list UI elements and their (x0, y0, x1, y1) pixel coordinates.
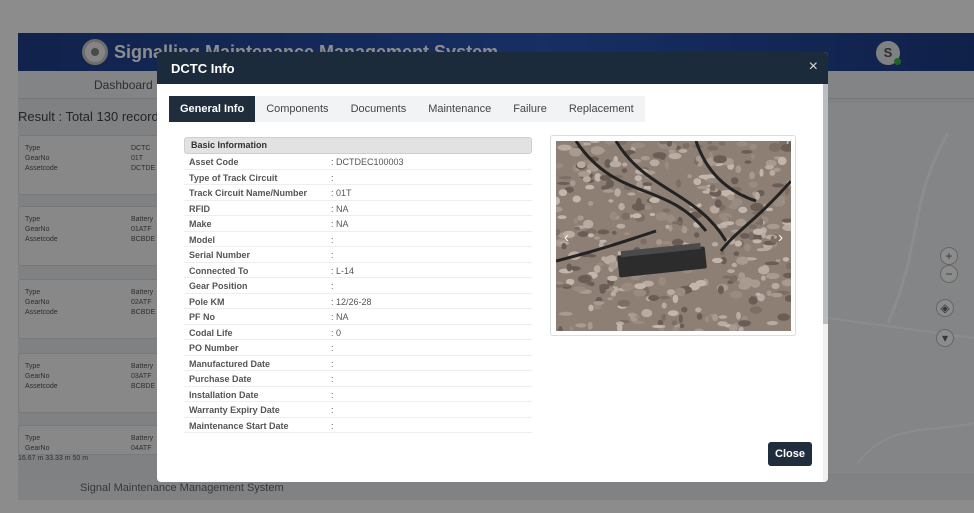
tab-maintenance[interactable]: Maintenance (417, 96, 503, 122)
info-row: Serial Number: (184, 247, 534, 263)
carousel-next-icon[interactable]: › (778, 229, 783, 246)
info-row: RFID : NA (184, 201, 534, 216)
info-row: Pole KM : 12/26-28 (184, 294, 534, 309)
modal-title: DCTC Info (171, 61, 235, 76)
info-row: PF No : NA (184, 309, 534, 325)
tab-documents[interactable]: Documents (339, 96, 418, 122)
tab-failure[interactable]: Failure (502, 96, 558, 122)
info-value: : 01T (331, 188, 352, 198)
info-value: : (331, 374, 334, 384)
tab-general-info[interactable]: General Info (169, 96, 256, 122)
close-icon[interactable]: × (809, 58, 818, 76)
info-key: Type of Track Circuit (189, 172, 278, 183)
tab-replacement[interactable]: Replacement (557, 96, 645, 122)
info-row: Connected To : L-14 (184, 263, 534, 278)
info-row: Type of Track Circuit: (184, 170, 534, 185)
info-key: Asset Code (189, 157, 239, 167)
info-value: : NA (331, 312, 349, 322)
modal-scrollbar-thumb[interactable] (823, 84, 828, 324)
dctc-info-modal: DCTC Info × General Info Components Docu… (157, 52, 828, 482)
info-field-list: Asset Code : DCTDEC100003 Type of Track Ci… (184, 154, 534, 433)
info-key: PF No (189, 312, 215, 322)
info-key: Gear Position (189, 281, 248, 291)
info-key: Warranty Expiry Date (189, 405, 280, 415)
info-row: Installation Date: (184, 387, 534, 402)
modal-scrollbar[interactable] (823, 84, 828, 482)
basic-info-panel[interactable]: Basic Information Asset Code : DCTDEC1000… (184, 137, 534, 438)
modal-header: DCTC Info × (157, 52, 828, 84)
info-key: Maintenance Start Date (189, 420, 289, 431)
info-key: Manufactured Date (189, 358, 271, 369)
gravel-photo-image (556, 141, 791, 331)
info-key: Installation Date (189, 389, 259, 400)
tab-components[interactable]: Components (255, 96, 340, 122)
info-value: : (331, 234, 334, 245)
asset-photo-carousel[interactable]: ‹ › (550, 135, 796, 336)
info-row: Asset Code : DCTDEC100003 (184, 154, 534, 170)
info-row: Codal Life : 0 (184, 325, 534, 340)
info-row: Track Circuit Name/Number : 01T (184, 185, 534, 201)
info-row: Maintenance Start Date: (184, 418, 534, 433)
modal-tabs: General Info Components Documents Mainte… (169, 96, 645, 122)
app-root: Signalling Maintenance Management System… (0, 0, 974, 513)
section-title: Basic Information (184, 137, 532, 154)
info-value: : (331, 281, 334, 291)
info-key: RFID (189, 203, 210, 214)
info-key: Codal Life (189, 327, 233, 338)
info-value: : (331, 358, 334, 369)
info-value: : (331, 389, 334, 400)
info-row: PO Number: (184, 340, 534, 356)
info-key: Connected To (189, 265, 249, 276)
info-value: : (331, 420, 334, 431)
info-value: : (331, 343, 334, 353)
info-value: : (331, 172, 334, 183)
info-key: Purchase Date (189, 374, 252, 384)
row-divider (184, 432, 532, 433)
info-value: : L-14 (331, 265, 355, 276)
info-value: : NA (331, 203, 349, 214)
info-row: Make : NA (184, 216, 534, 232)
carousel-prev-icon[interactable]: ‹ (564, 229, 569, 246)
info-value: : (331, 405, 334, 415)
info-row: Warranty Expiry Date: (184, 402, 534, 418)
info-key: Pole KM (189, 296, 225, 307)
info-value: : 0 (331, 327, 342, 338)
close-button[interactable]: Close (768, 442, 812, 466)
info-key: Serial Number (189, 250, 251, 260)
info-row: Model: (184, 232, 534, 247)
info-key: Track Circuit Name/Number (189, 188, 308, 198)
info-value: : DCTDEC100003 (331, 157, 404, 167)
info-row: Gear Position: (184, 278, 534, 294)
info-value: : (331, 250, 334, 260)
info-value: : 12/26-28 (331, 296, 372, 307)
info-key: Model (189, 234, 215, 245)
asset-photo: ‹ › (556, 141, 791, 331)
info-value: : NA (331, 219, 349, 229)
info-key: PO Number (189, 343, 239, 353)
info-key: Make (189, 219, 212, 229)
info-row: Manufactured Date: (184, 356, 534, 371)
info-row: Purchase Date: (184, 371, 534, 387)
